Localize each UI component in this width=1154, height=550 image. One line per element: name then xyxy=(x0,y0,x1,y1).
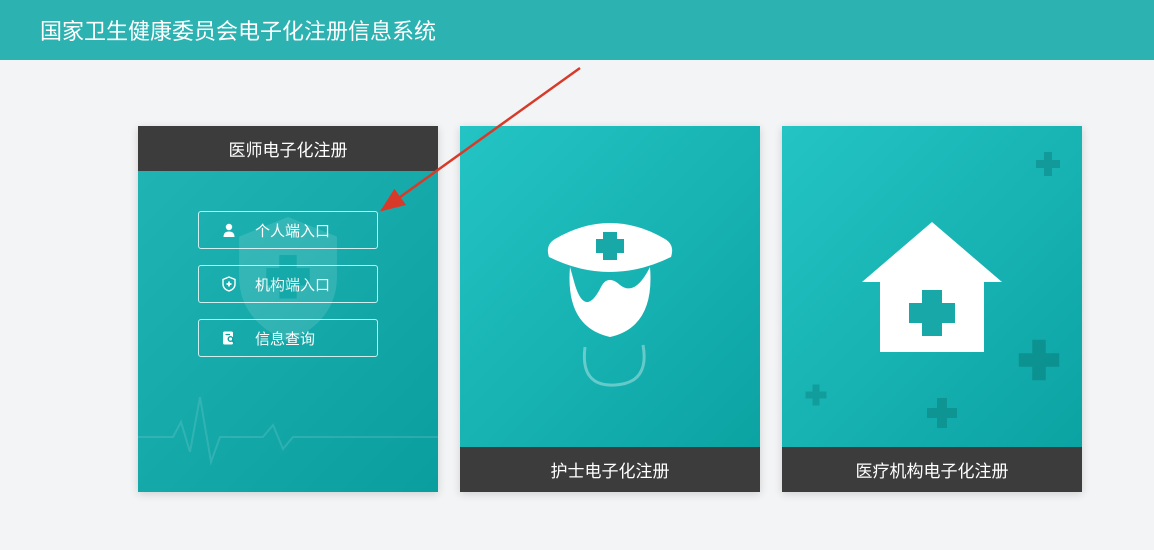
plus-deco-icon xyxy=(1012,333,1066,387)
card-nurse-title: 护士电子化注册 xyxy=(460,447,760,492)
plus-deco-icon xyxy=(802,381,830,409)
user-icon xyxy=(221,222,237,238)
card-nurse-icon-area xyxy=(460,126,760,447)
card-facility-registration[interactable]: 医疗机构电子化注册 xyxy=(782,126,1082,492)
nurse-cap-icon xyxy=(525,187,695,387)
personal-entry-button[interactable]: 个人端入口 xyxy=(198,211,378,249)
plus-deco-icon xyxy=(922,393,962,433)
card-doctor-title: 医师电子化注册 xyxy=(138,126,438,171)
org-plus-icon xyxy=(221,276,237,292)
info-query-button[interactable]: 信息查询 xyxy=(198,319,378,357)
org-entry-label: 机构端入口 xyxy=(255,274,330,295)
cards-container: 医师电子化注册 个人端入口 xyxy=(0,60,1154,492)
plus-deco-icon xyxy=(1032,148,1064,180)
heartbeat-bg-icon xyxy=(138,382,438,472)
info-query-label: 信息查询 xyxy=(255,328,315,349)
card-facility-icon-area xyxy=(782,126,1082,447)
header-title: 国家卫生健康委员会电子化注册信息系统 xyxy=(40,14,436,46)
header-bar: 国家卫生健康委员会电子化注册信息系统 xyxy=(0,0,1154,60)
hospital-house-icon xyxy=(852,212,1012,362)
card-facility-title: 医疗机构电子化注册 xyxy=(782,447,1082,492)
org-entry-button[interactable]: 机构端入口 xyxy=(198,265,378,303)
personal-entry-label: 个人端入口 xyxy=(255,220,330,241)
card-nurse-registration[interactable]: 护士电子化注册 xyxy=(460,126,760,492)
card-doctor-registration: 医师电子化注册 个人端入口 xyxy=(138,126,438,492)
search-doc-icon xyxy=(221,330,237,346)
card-doctor-body: 个人端入口 机构端入口 xyxy=(138,171,438,492)
